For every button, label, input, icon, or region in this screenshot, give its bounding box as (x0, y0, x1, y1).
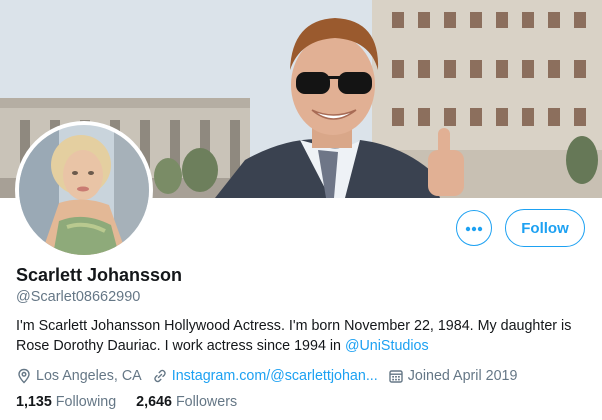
profile-stats: 1,135 Following 2,646 Followers (16, 394, 257, 410)
bio-mention-link[interactable]: @UniStudios (345, 338, 429, 354)
calendar-icon (389, 370, 403, 383)
profile-avatar[interactable] (15, 121, 153, 259)
followers-label: Followers (175, 394, 238, 410)
website-item[interactable]: Instagram.com/@scarlettjohan... (152, 368, 378, 384)
following-count: 1,135 (16, 394, 52, 410)
location-text: Los Angeles, CA (36, 368, 142, 384)
profile-name: Scarlett Johansson (16, 265, 183, 285)
joined-item: Joined April 2019 (388, 368, 518, 384)
followers-count: 2,646 (136, 394, 172, 410)
bio-text: I'm Scarlett Johansson Hollywood Actress… (16, 318, 572, 354)
followers-stat[interactable]: 2,646 Followers (136, 394, 237, 410)
website-link[interactable]: Instagram.com/@scarlettjohan... (172, 368, 378, 384)
follow-button-label: Follow (521, 219, 569, 237)
profile-handle: @Scarlet08662990 (16, 289, 141, 305)
following-label: Following (55, 394, 117, 410)
profile-bio: I'm Scarlett Johansson Hollywood Actress… (16, 316, 576, 356)
location-item: Los Angeles, CA (16, 368, 142, 384)
following-stat[interactable]: 1,135 Following (16, 394, 116, 410)
more-dots-icon (465, 219, 483, 237)
location-pin-icon (18, 368, 30, 384)
avatar-image (19, 125, 149, 255)
link-icon (153, 369, 166, 383)
joined-text: Joined April 2019 (407, 368, 518, 384)
profile-meta: Los Angeles, CA Instagram.com/@scarlettj… (16, 366, 527, 386)
more-options-button[interactable] (456, 210, 492, 246)
follow-button[interactable]: Follow (505, 209, 585, 247)
